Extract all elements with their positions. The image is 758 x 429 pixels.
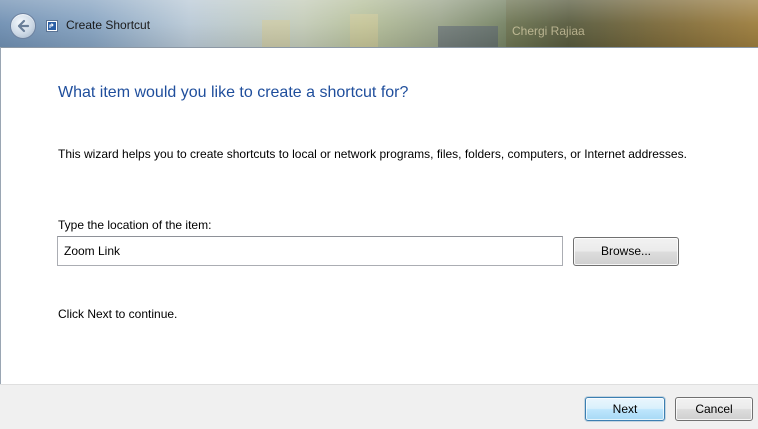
next-button[interactable]: Next [585,397,665,421]
window-title: Create Shortcut [66,18,151,32]
cancel-button[interactable]: Cancel [675,397,753,421]
continue-instruction: Click Next to continue. [58,307,178,321]
window-border [0,47,1,429]
create-shortcut-window: Chergi Rajiaa Create Shortcut What item … [0,0,758,429]
back-arrow-icon [17,19,30,33]
background-ghost-text: Chergi Rajiaa [512,24,585,38]
title-bar: Chergi Rajiaa Create Shortcut [0,0,758,48]
browse-button[interactable]: Browse... [573,237,679,266]
wizard-description: This wizard helps you to create shortcut… [58,147,687,161]
shortcut-app-icon [46,20,58,32]
page-heading: What item would you like to create a sho… [58,84,409,101]
location-label: Type the location of the item: [58,218,212,232]
back-button[interactable] [10,13,36,39]
location-input[interactable] [57,236,563,266]
